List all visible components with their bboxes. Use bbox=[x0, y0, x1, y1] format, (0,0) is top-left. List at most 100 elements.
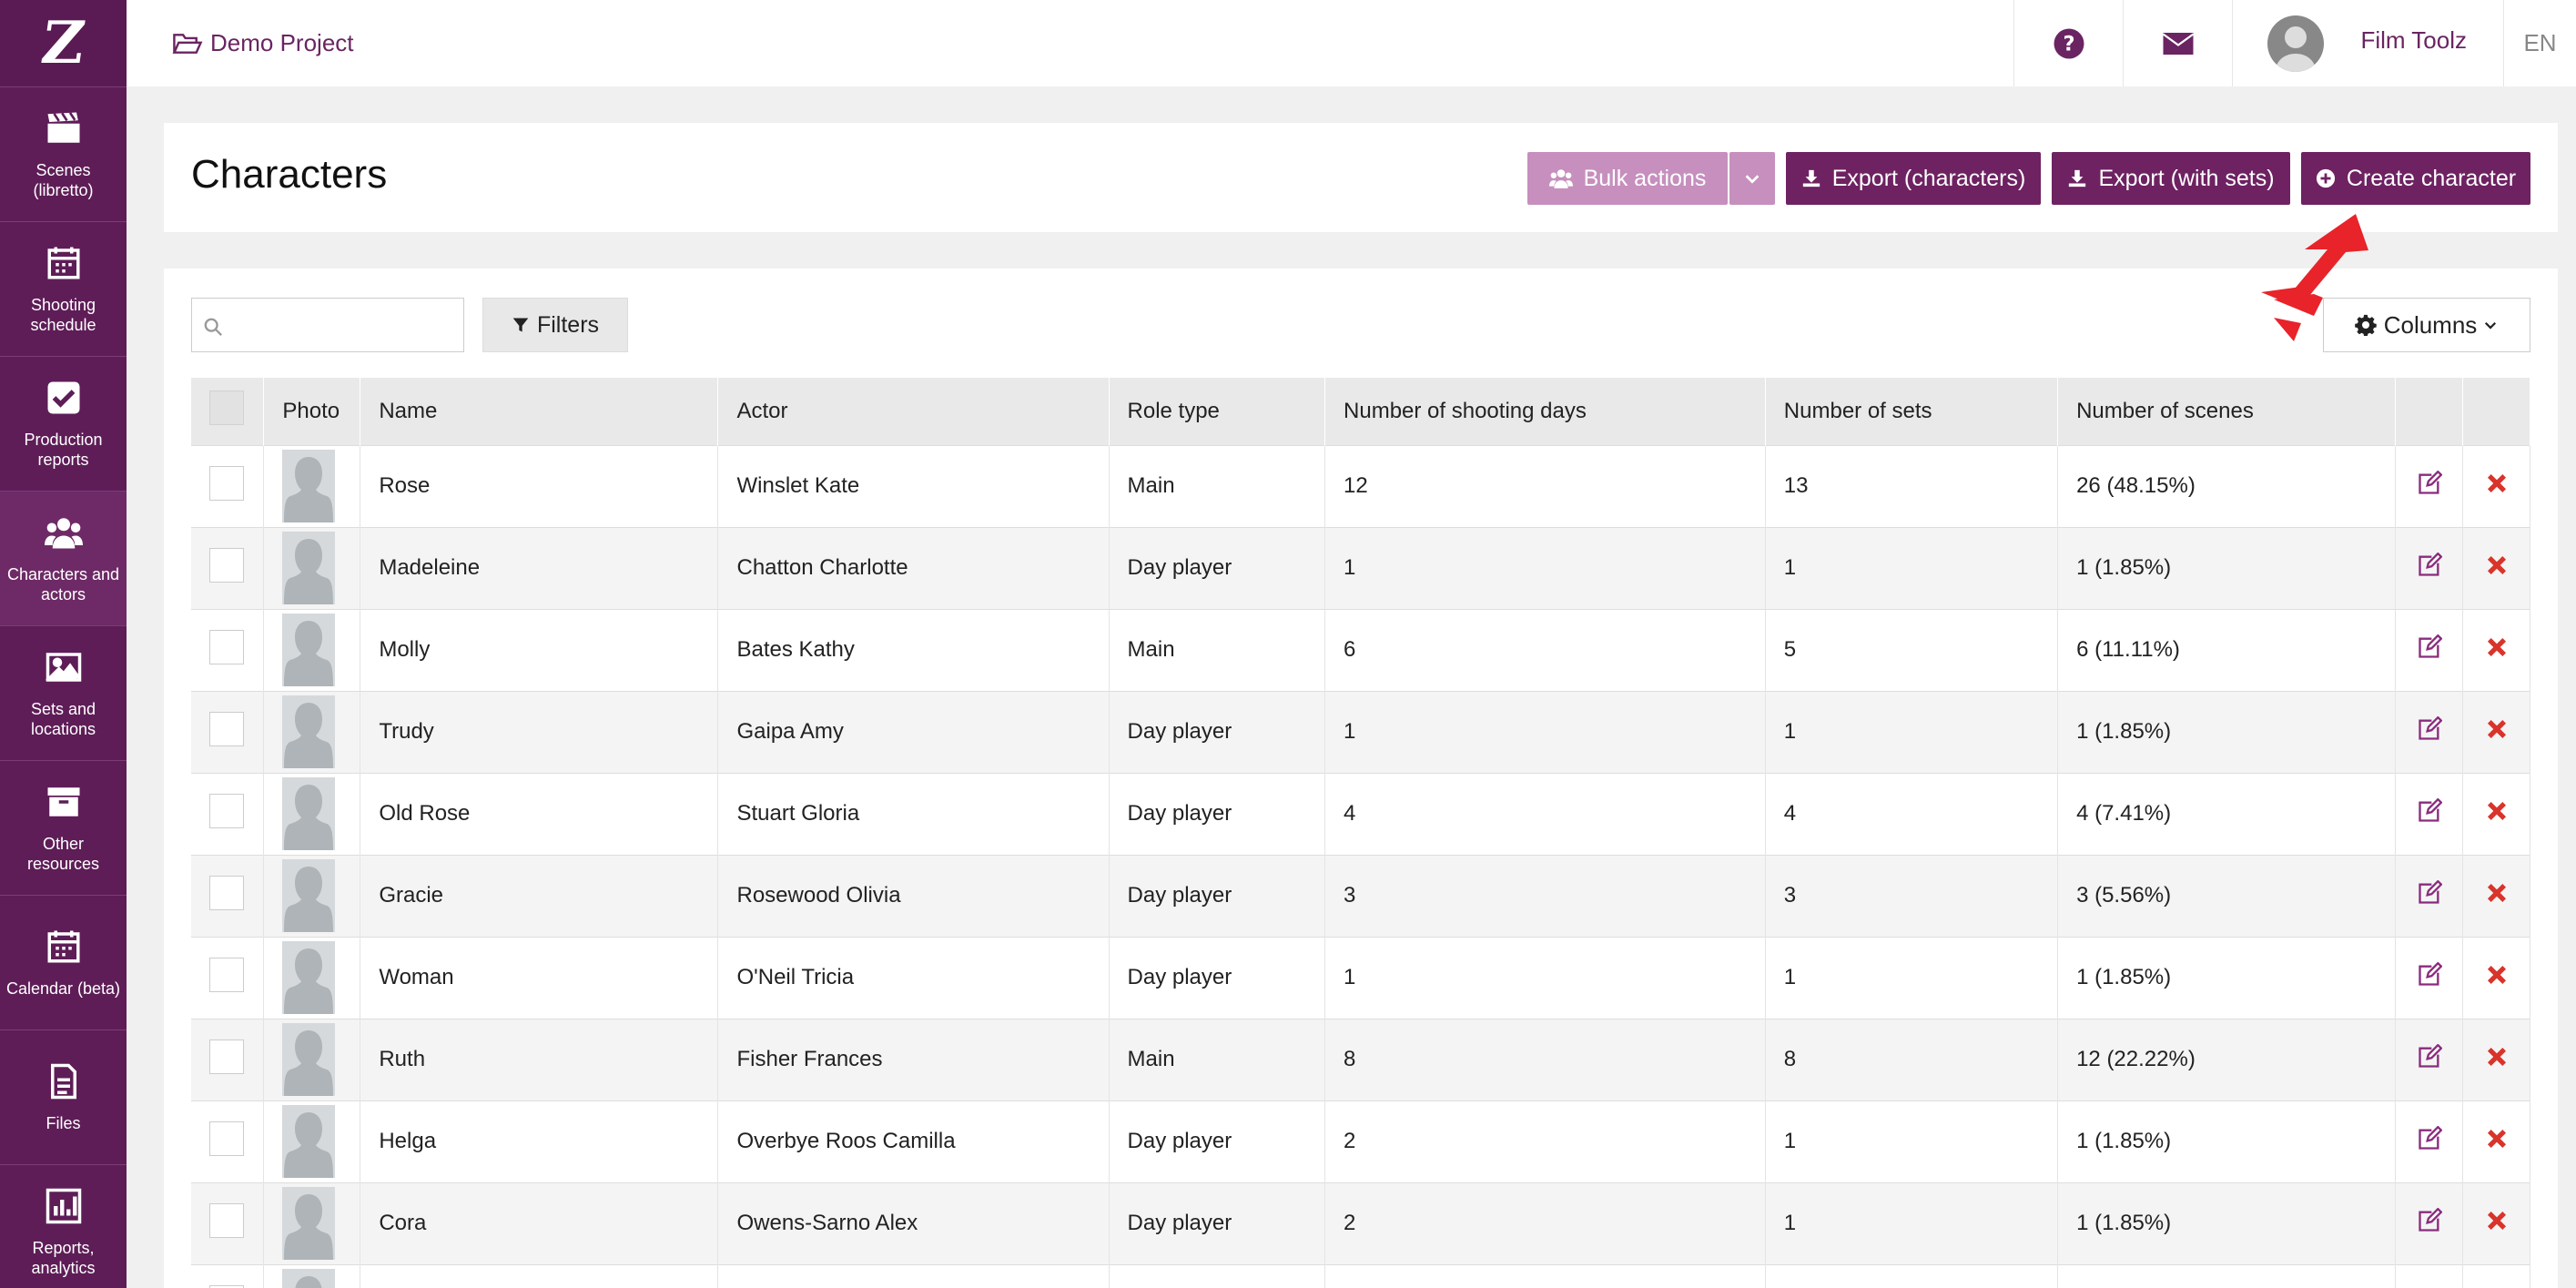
gear-icon bbox=[2354, 314, 2377, 336]
table-row[interactable]: Cora Owens-Sarno Alex Day player 2 1 1 (… bbox=[191, 1182, 2530, 1264]
delete-button[interactable] bbox=[2462, 526, 2530, 609]
row-checkbox[interactable] bbox=[209, 629, 244, 664]
create-character-button[interactable]: Create character bbox=[2301, 152, 2530, 205]
edit-button[interactable] bbox=[2395, 854, 2464, 937]
col-sets[interactable]: Number of sets bbox=[1765, 378, 2059, 445]
actor-name: Owens-Sarno Alex bbox=[717, 1182, 1110, 1264]
edit-button[interactable] bbox=[2395, 772, 2464, 855]
character-name[interactable]: Helga bbox=[360, 1100, 719, 1182]
select-all-checkbox[interactable] bbox=[209, 390, 244, 426]
character-name[interactable]: Old Rose bbox=[360, 772, 719, 855]
messages-button[interactable] bbox=[2123, 0, 2232, 86]
col-shooting-days[interactable]: Number of shooting days bbox=[1324, 378, 1766, 445]
table-row[interactable]: Trudy Gaipa Amy Day player 1 1 1 (1.85%) bbox=[191, 690, 2530, 773]
edit-button[interactable] bbox=[2395, 444, 2464, 527]
language-selector[interactable]: EN bbox=[2503, 0, 2576, 86]
edit-button[interactable] bbox=[2395, 1263, 2464, 1288]
delete-button[interactable] bbox=[2462, 690, 2530, 773]
delete-button[interactable] bbox=[2462, 936, 2530, 1019]
character-name[interactable]: Woman bbox=[360, 936, 719, 1019]
row-checkbox[interactable] bbox=[209, 1121, 244, 1156]
project-selector[interactable]: Demo Project bbox=[172, 29, 354, 57]
table-row[interactable]: Madeleine Chatton Charlotte Day player 1… bbox=[191, 526, 2530, 609]
topbar: Demo Project ? Film Toolz EN bbox=[127, 0, 2576, 86]
edit-button[interactable] bbox=[2395, 1182, 2464, 1264]
delete-button[interactable] bbox=[2462, 1018, 2530, 1100]
col-scenes[interactable]: Number of scenes bbox=[2057, 378, 2397, 445]
person-silhouette-icon bbox=[282, 777, 336, 850]
search-input[interactable] bbox=[191, 298, 464, 352]
sidebar-item-calendar[interactable]: Calendar (beta) bbox=[0, 895, 127, 1029]
row-checkbox[interactable] bbox=[209, 547, 244, 583]
scenes-count: 26 (48.15%) bbox=[2057, 444, 2397, 527]
table-row[interactable] bbox=[191, 1263, 2530, 1288]
edit-button[interactable] bbox=[2395, 936, 2464, 1019]
row-checkbox[interactable] bbox=[209, 1202, 244, 1238]
col-name[interactable]: Name bbox=[360, 378, 719, 445]
sidebar-item-shooting-schedule[interactable]: Shooting schedule bbox=[0, 221, 127, 356]
col-photo[interactable]: Photo bbox=[263, 378, 361, 445]
table-row[interactable]: Rose Winslet Kate Main 12 13 26 (48.15%) bbox=[191, 444, 2530, 527]
actor-name bbox=[717, 1263, 1110, 1288]
delete-button[interactable] bbox=[2462, 444, 2530, 527]
delete-button[interactable] bbox=[2462, 1182, 2530, 1264]
col-role-type[interactable]: Role type bbox=[1109, 378, 1326, 445]
character-name[interactable]: Rose bbox=[360, 444, 719, 527]
character-name[interactable]: Molly bbox=[360, 608, 719, 691]
sidebar-item-scenes[interactable]: Scenes (libretto) bbox=[0, 86, 127, 221]
sidebar-item-other-resources[interactable]: Other resources bbox=[0, 760, 127, 895]
help-button[interactable]: ? bbox=[2013, 0, 2123, 86]
delete-button[interactable] bbox=[2462, 854, 2530, 937]
row-checkbox[interactable] bbox=[209, 875, 244, 910]
table-row[interactable]: Ruth Fisher Frances Main 8 8 12 (22.22%) bbox=[191, 1018, 2530, 1100]
table-row[interactable]: Woman O'Neil Tricia Day player 1 1 1 (1.… bbox=[191, 936, 2530, 1019]
bulk-actions-button[interactable]: Bulk actions bbox=[1527, 152, 1728, 205]
bulk-actions-dropdown[interactable] bbox=[1729, 152, 1775, 205]
table-row[interactable]: Helga Overbye Roos Camilla Day player 2 … bbox=[191, 1100, 2530, 1182]
photo-cell bbox=[263, 1182, 361, 1264]
photo-cell bbox=[263, 690, 361, 773]
table-row[interactable]: Old Rose Stuart Gloria Day player 4 4 4 … bbox=[191, 772, 2530, 855]
export-with-sets-button[interactable]: Export (with sets) bbox=[2052, 152, 2290, 205]
columns-button[interactable]: Columns bbox=[2323, 298, 2530, 352]
role-type: Main bbox=[1109, 1018, 1326, 1100]
sidebar-item-files[interactable]: Files bbox=[0, 1029, 127, 1164]
edit-button[interactable] bbox=[2395, 608, 2464, 691]
character-name[interactable]: Gracie bbox=[360, 854, 719, 937]
user-menu[interactable]: Film Toolz bbox=[2232, 0, 2503, 86]
sets-count: 1 bbox=[1765, 1182, 2059, 1264]
sidebar-item-label: Other resources bbox=[26, 834, 100, 873]
shooting-days bbox=[1324, 1263, 1766, 1288]
row-checkbox[interactable] bbox=[209, 711, 244, 746]
character-name[interactable] bbox=[360, 1263, 719, 1288]
person-silhouette-icon bbox=[282, 1105, 336, 1178]
character-name[interactable]: Madeleine bbox=[360, 526, 719, 609]
delete-button[interactable] bbox=[2462, 772, 2530, 855]
edit-button[interactable] bbox=[2395, 1018, 2464, 1100]
character-name[interactable]: Cora bbox=[360, 1182, 719, 1264]
table-row[interactable]: Molly Bates Kathy Main 6 5 6 (11.11%) bbox=[191, 608, 2530, 691]
edit-button[interactable] bbox=[2395, 690, 2464, 773]
sidebar-item-reports[interactable]: Reports, analytics bbox=[0, 1164, 127, 1288]
row-checkbox[interactable] bbox=[209, 1039, 244, 1074]
row-checkbox[interactable] bbox=[209, 465, 244, 501]
character-name[interactable]: Ruth bbox=[360, 1018, 719, 1100]
character-name[interactable]: Trudy bbox=[360, 690, 719, 773]
row-checkbox[interactable] bbox=[209, 957, 244, 992]
delete-button[interactable] bbox=[2462, 1263, 2530, 1288]
table-row[interactable]: Gracie Rosewood Olivia Day player 3 3 3 … bbox=[191, 854, 2530, 937]
sidebar-item-characters[interactable]: Characters and actors bbox=[0, 491, 127, 625]
app-logo[interactable]: Z bbox=[0, 0, 127, 86]
edit-button[interactable] bbox=[2395, 526, 2464, 609]
col-actor[interactable]: Actor bbox=[717, 378, 1110, 445]
edit-button[interactable] bbox=[2395, 1100, 2464, 1182]
sidebar-item-sets[interactable]: Sets and locations bbox=[0, 625, 127, 760]
sidebar-item-production-reports[interactable]: Production reports bbox=[0, 356, 127, 491]
role-type: Day player bbox=[1109, 854, 1326, 937]
filters-button[interactable]: Filters bbox=[482, 298, 628, 352]
row-checkbox[interactable] bbox=[209, 793, 244, 828]
export-characters-button[interactable]: Export (characters) bbox=[1786, 152, 2041, 205]
edit-icon bbox=[2419, 634, 2443, 658]
delete-button[interactable] bbox=[2462, 608, 2530, 691]
delete-button[interactable] bbox=[2462, 1100, 2530, 1182]
